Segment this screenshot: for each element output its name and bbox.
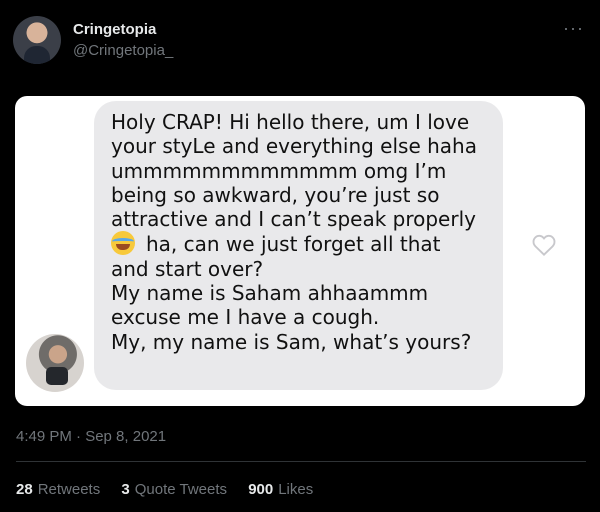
quote-tweets-stat[interactable]: 3 Quote Tweets (121, 481, 227, 498)
tweet-stats: 28 Retweets 3 Quote Tweets 900 Likes (16, 481, 330, 498)
quote-tweets-count: 3 (121, 481, 130, 498)
likes-stat[interactable]: 900 Likes (248, 481, 313, 498)
author-name[interactable]: Cringetopia (73, 21, 156, 38)
message-sender-avatar (26, 334, 84, 392)
message-line: attractive and I can’t speak properly (111, 207, 476, 232)
message-line-text: ha, can we just forget all that (146, 232, 441, 257)
heart-icon[interactable] (530, 231, 558, 259)
message-line: and start over? (111, 256, 264, 281)
tweet-timestamp[interactable]: 4:49 PM · Sep 8, 2021 (16, 428, 166, 445)
message-line: Holy CRAP! Hi hello there, um I love (111, 110, 470, 134)
author-handle[interactable]: @Cringetopia_ (73, 42, 173, 59)
more-options-icon[interactable]: ··· (563, 18, 584, 39)
screenshot-image[interactable]: Holy CRAP! Hi hello there, um I love you… (15, 96, 585, 406)
divider (16, 461, 586, 462)
message-line-with-emoji: ha, can we just forget all that (111, 231, 485, 256)
message-line: excuse me I have a cough. (111, 305, 380, 330)
tweet-header: Cringetopia @Cringetopia_ ··· (13, 14, 587, 68)
message-line: My name is Saham ahhaammm (111, 281, 429, 306)
message-line: My, my name is Sam, what’s yours? (111, 329, 472, 354)
message-bubble: Holy CRAP! Hi hello there, um I love you… (94, 101, 503, 390)
retweets-count: 28 (16, 481, 33, 498)
author-avatar[interactable] (13, 16, 61, 64)
likes-label: Likes (278, 481, 314, 498)
likes-count: 900 (248, 481, 274, 498)
quote-tweets-label: Quote Tweets (134, 481, 228, 498)
retweets-label: Retweets (37, 481, 101, 498)
retweets-stat[interactable]: 28 Retweets (16, 481, 100, 498)
message-line: being so awkward, you’re just so (111, 182, 440, 207)
message-line: your styLe and everything else haha (111, 134, 477, 159)
laughing-emoji-icon (111, 231, 135, 256)
message-line: ummmmmmmmmmmm omg I’m (111, 158, 447, 183)
